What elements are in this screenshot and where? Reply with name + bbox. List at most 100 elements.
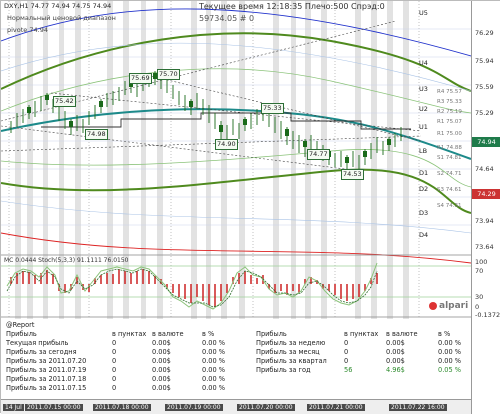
report-header: в валюте <box>152 330 184 338</box>
level-u4: U4 <box>419 59 428 67</box>
price-box: 75.69 <box>129 73 152 84</box>
report-panel: @Report Прибыль в пунктах в валюте в % Т… <box>2 319 470 399</box>
indicator-tick: 70 <box>475 267 484 275</box>
price-tick: 75.29 <box>475 109 494 117</box>
level-d1: D1 <box>419 169 429 177</box>
report-header: в % <box>202 330 215 338</box>
indicator-tick: 30 <box>475 293 484 301</box>
time-label: 2011.07.19 00:00 <box>165 404 223 411</box>
report-row-label: Прибыль за год <box>256 366 311 374</box>
pivot-label: pivote 74.94 <box>7 26 48 34</box>
report-cell: 0 <box>344 357 349 365</box>
time-label: 2011.07.21 00:00 <box>307 404 365 411</box>
time-label: 14 Jul <box>3 404 24 411</box>
report-row-label: Прибыль за квартал <box>256 357 327 365</box>
report-cell: 0.00 % <box>438 357 462 365</box>
level-note: R1 75.00 <box>437 131 462 137</box>
report-cell: 0 <box>112 366 117 374</box>
level-u5: U5 <box>419 9 428 17</box>
price-box: 74.53 <box>341 169 364 180</box>
report-cell: 0.00$ <box>152 339 171 347</box>
level-lb: LB <box>419 147 428 155</box>
level-d3: D3 <box>419 209 429 217</box>
time-label: 2011.07.22 16:00 <box>389 404 447 411</box>
indicator-label: MC 0.0444 Stoch(5,3,3) 91.1111 76.0150 <box>4 257 129 264</box>
symbol-line: DXY,H1 74.77 74.94 74.75 74.94 <box>4 2 112 10</box>
level-note: R1 75.07 <box>437 119 462 125</box>
level-note: R2 75.19 <box>437 109 462 115</box>
report-row-label: Текущая прибыль <box>6 339 69 347</box>
time-axis[interactable]: 14 Jul 2011.07.15 00:00 2011.07.18 00:00… <box>1 399 471 414</box>
level-note: R4 75.57 <box>437 89 462 95</box>
price-tick: 76.29 <box>475 29 494 37</box>
level-note: S3 74.61 <box>437 187 462 193</box>
level-d2: D2 <box>419 185 429 193</box>
time-label: 2011.07.15 00:00 <box>25 404 83 411</box>
report-cell: 0 <box>112 348 117 356</box>
report-cell: 0.00 % <box>202 384 226 392</box>
level-d4: D4 <box>419 231 429 239</box>
level-u1: U1 <box>419 123 428 131</box>
chart-window: DXY,H1 74.77 74.94 74.75 74.94 Нормальны… <box>0 0 500 414</box>
report-cell: 0.00$ <box>386 348 405 356</box>
level-note: R1 74.88 <box>437 145 462 151</box>
report-cell: 0.00 % <box>202 375 226 383</box>
report-title: @Report <box>6 321 35 329</box>
price-tick: 73.64 <box>475 243 494 251</box>
price-tick: 75.59 <box>475 83 494 91</box>
report-cell: 0.00 % <box>202 366 226 374</box>
time-label: 2011.07.20 00:00 <box>237 404 295 411</box>
report-row-label: Прибыль за 2011.07.18 <box>6 375 87 383</box>
report-row-label: Прибыль за 2011.07.20 <box>6 357 87 365</box>
level-u3: U3 <box>419 85 428 93</box>
indicator-tick: 100 <box>475 258 488 266</box>
current-price-marker: 74.94 <box>472 137 500 147</box>
indicator-tick: 0 <box>475 303 480 311</box>
alpari-logo: alpari <box>429 301 468 311</box>
range-subtitle: Нормальный ценовой диапазон <box>7 14 116 22</box>
price-box: 75.33 <box>261 103 284 114</box>
indicator-tick: -0.1372 <box>475 311 500 319</box>
report-cell: 0.00$ <box>386 339 405 347</box>
level-note: S1 74.81 <box>437 155 462 161</box>
report-cell: 0 <box>112 357 117 365</box>
report-cell: 0.00$ <box>152 357 171 365</box>
report-cell: 0.00 % <box>438 348 462 356</box>
price-box: 75.70 <box>157 69 180 80</box>
account-line: 59734.05 # 0 <box>199 14 255 23</box>
report-cell: 0 <box>344 348 349 356</box>
report-cell: 0.00 % <box>438 339 462 347</box>
report-cell: 0.00$ <box>152 384 171 392</box>
price-tick: 74.64 <box>475 165 494 173</box>
report-cell: 4.96$ <box>386 366 405 374</box>
report-cell: 0.00$ <box>152 366 171 374</box>
report-cell: 56 <box>344 366 353 374</box>
level-note: S2 74.71 <box>437 171 462 177</box>
report-cell: 0.00$ <box>386 357 405 365</box>
report-cell: 0.00$ <box>152 375 171 383</box>
report-header: в пунктах <box>112 330 147 338</box>
price-box: 74.90 <box>215 139 238 150</box>
time-label: 2011.07.18 00:00 <box>93 404 151 411</box>
report-row-label: Прибыль за месяц <box>256 348 320 356</box>
report-row-label: Прибыль за сегодня <box>6 348 77 356</box>
report-cell: 0.00 % <box>202 339 226 347</box>
price-box: 74.98 <box>85 129 108 140</box>
report-cell: 0.00 % <box>202 348 226 356</box>
level-note: S4 74.31 <box>437 203 462 209</box>
report-header: в валюте <box>386 330 418 338</box>
report-row-label: Прибыль за 2011.07.19 <box>6 366 87 374</box>
report-cell: 0 <box>112 384 117 392</box>
price-marker-red: 74.29 <box>472 189 500 199</box>
report-cell: 0 <box>112 375 117 383</box>
price-box: 75.42 <box>53 96 76 107</box>
report-cell: 0 <box>344 339 349 347</box>
report-header: Прибыль <box>6 330 37 338</box>
server-time-line: Текущее время 12:18:35 Плечо:500 Спрэд:0 <box>199 2 385 11</box>
report-cell: 0 <box>112 339 117 347</box>
report-header: Прибыль <box>256 330 287 338</box>
level-u2: U2 <box>419 105 428 113</box>
alpari-logo-icon <box>429 301 437 310</box>
price-tick: 73.94 <box>475 217 494 225</box>
report-header: в пунктах <box>344 330 379 338</box>
